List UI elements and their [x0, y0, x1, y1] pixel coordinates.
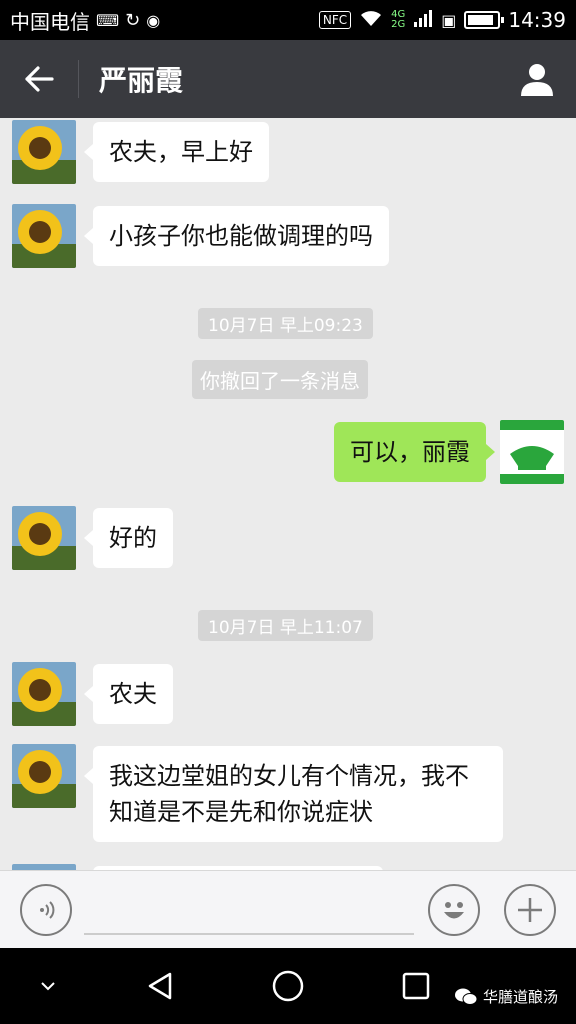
incoming-message[interactable]: 我这边堂姐的女儿有个情况，我不知道是不是先和你说症状 — [93, 746, 503, 842]
plus-icon — [518, 898, 542, 922]
circle-home-icon — [272, 970, 304, 1002]
contact-avatar[interactable] — [12, 744, 76, 808]
status-bar: 中国电信 ⌨ ↻ ◉ NFC 4G 2G ▣ 14:39 — [0, 0, 576, 40]
navigation-bar: 华膳道酿汤 — [0, 948, 576, 1024]
wechat-icon — [454, 988, 477, 1005]
signal-icon — [413, 8, 433, 33]
contact-avatar[interactable] — [12, 120, 76, 184]
contact-avatar[interactable] — [12, 662, 76, 726]
network-type: 4G 2G — [391, 9, 406, 30]
voice-button[interactable] — [20, 884, 72, 936]
outgoing-message[interactable]: 可以，丽霞 — [334, 422, 486, 482]
battery-icon — [464, 11, 505, 29]
incoming-message[interactable]: 农夫 — [93, 664, 173, 724]
square-recents-icon — [402, 972, 430, 1000]
wifi-icon — [359, 8, 383, 33]
keyboard-icon: ⌨ — [96, 10, 120, 30]
sim-icon: ▣ — [441, 10, 457, 30]
more-button[interactable] — [504, 884, 556, 936]
nav-recents-button[interactable] — [386, 948, 446, 1024]
nfc-icon: NFC — [318, 11, 352, 29]
emoji-button[interactable] — [428, 884, 480, 936]
contact-avatar[interactable] — [12, 204, 76, 268]
chevron-down-icon — [41, 982, 55, 991]
incoming-message[interactable]: 农夫，早上好 — [93, 122, 269, 182]
watermark-label: 华膳道酿汤 — [482, 988, 558, 1006]
person-icon — [521, 64, 553, 96]
recall-notice: 你撤回了一条消息 — [192, 360, 368, 399]
clock: 14:39 — [508, 8, 566, 32]
back-button[interactable] — [0, 40, 78, 118]
smiley-icon — [444, 902, 464, 919]
voice-icon — [40, 901, 55, 919]
triangle-back-icon — [148, 972, 172, 1000]
message-list[interactable]: 农夫，早上好 小孩子你也能做调理的吗 10月7日 早上09:23 你撤回了一条消… — [0, 118, 576, 870]
watermark: 华膳道酿汤 — [454, 986, 558, 1007]
timestamp: 10月7日 早上11:07 — [198, 610, 373, 641]
hide-keyboard-button[interactable] — [20, 948, 76, 1024]
header-divider — [78, 60, 79, 98]
contact-avatar[interactable] — [12, 506, 76, 570]
nav-home-button[interactable] — [258, 948, 318, 1024]
chat-title: 严丽霞 — [99, 64, 184, 97]
sync-icon: ↻ — [125, 9, 141, 31]
incoming-message[interactable]: 小孩子你也能做调理的吗 — [93, 206, 389, 266]
timestamp: 10月7日 早上09:23 — [198, 308, 373, 339]
input-bar — [0, 870, 576, 948]
chat-header: 严丽霞 — [0, 40, 576, 118]
nav-back-button[interactable] — [130, 948, 190, 1024]
back-arrow-icon — [25, 66, 54, 92]
carrier-label: 中国电信 — [10, 9, 90, 34]
my-avatar[interactable] — [500, 420, 564, 484]
recording-icon: ◉ — [146, 10, 161, 30]
message-input[interactable] — [84, 891, 414, 935]
incoming-message[interactable]: 好的 — [93, 508, 173, 568]
chat-info-button[interactable] — [498, 40, 576, 118]
